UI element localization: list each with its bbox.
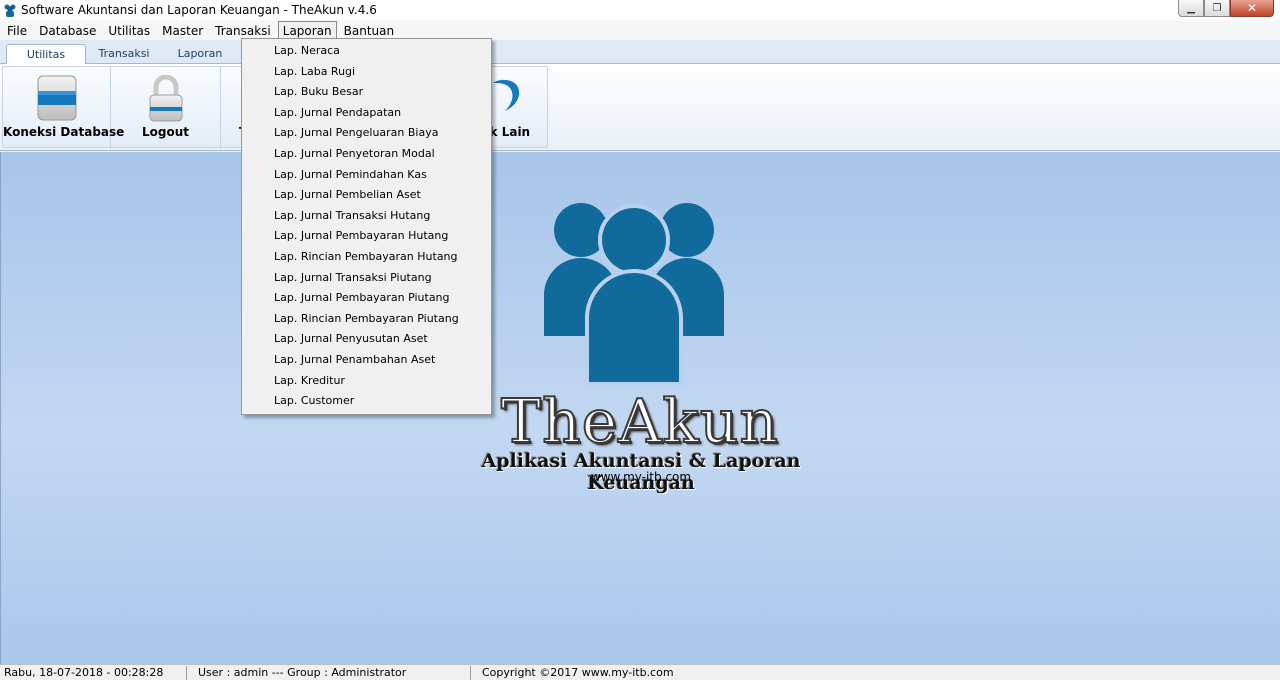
app-icon [3,3,17,17]
menu-item-lap-jurnal-pendapatan[interactable]: Lap. Jurnal Pendapatan [242,103,491,124]
database-icon [37,75,77,124]
menu-item-lap-jurnal-pemindahan-kas[interactable]: Lap. Jurnal Pemindahan Kas [242,165,491,186]
menu-item-lap-buku-besar[interactable]: Lap. Buku Besar [242,82,491,103]
ribbon-tab-strip: Utilitas Transaksi Laporan [0,40,1280,65]
close-button[interactable]: ✕ [1230,0,1274,17]
menu-item-lap-jurnal-pembayaran-piutang[interactable]: Lap. Jurnal Pembayaran Piutang [242,288,491,309]
menu-item-lap-jurnal-penyetoran-modal[interactable]: Lap. Jurnal Penyetoran Modal [242,144,491,165]
status-bar: Rabu, 18-07-2018 - 00:28:28 User : admin… [0,664,1280,680]
menu-item-lap-jurnal-penyusutan-aset[interactable]: Lap. Jurnal Penyusutan Aset [242,329,491,350]
status-copyright: Copyright ©2017 www.my-itb.com [482,666,674,679]
menu-item-lap-jurnal-pembayaran-hutang[interactable]: Lap. Jurnal Pembayaran Hutang [242,226,491,247]
main-workspace: TheAkun Aplikasi Akuntansi & Laporan Keu… [0,152,1280,664]
menu-item-lap-rincian-pembayaran-piutang[interactable]: Lap. Rincian Pembayaran Piutang [242,309,491,330]
status-datetime: Rabu, 18-07-2018 - 00:28:28 [4,666,164,679]
brand-name: TheAkun [500,386,780,458]
restore-icon: ❐ [1212,2,1222,14]
logout-label: Logout [141,125,189,139]
window-controls: ▁ ❐ ✕ [1178,0,1274,17]
menu-transaksi[interactable]: Transaksi [210,21,276,39]
menu-item-lap-kreditur[interactable]: Lap. Kreditur [242,371,491,392]
menu-bantuan[interactable]: Bantuan [339,21,399,39]
restore-button[interactable]: ❐ [1204,0,1230,17]
tab-utilitas[interactable]: Utilitas [6,44,86,65]
heart-icon [491,79,523,116]
koneksi-database-button[interactable]: Koneksi Database [3,67,125,149]
lock-icon [148,74,184,126]
tab-laporan[interactable]: Laporan [160,44,240,64]
menu-item-lap-jurnal-transaksi-hutang[interactable]: Lap. Jurnal Transaksi Hutang [242,206,491,227]
menu-database[interactable]: Database [34,21,101,39]
menu-item-lap-jurnal-pengeluaran-biaya[interactable]: Lap. Jurnal Pengeluaran Biaya [242,123,491,144]
minimize-button[interactable]: ▁ [1178,0,1204,17]
menu-file[interactable]: File [2,21,32,39]
menu-master[interactable]: Master [157,21,208,39]
ribbon: Koneksi Database Logout T uk Lain [0,64,1280,151]
status-user: User : admin --- Group : Administrator [198,666,407,679]
close-icon: ✕ [1246,1,1258,15]
laporan-dropdown-menu: Lap. Neraca Lap. Laba Rugi Lap. Buku Bes… [241,38,492,415]
menu-item-lap-laba-rugi[interactable]: Lap. Laba Rugi [242,62,491,83]
title-bar: Software Akuntansi dan Laporan Keuangan … [0,0,1280,20]
window-title: Software Akuntansi dan Laporan Keuangan … [21,3,377,17]
menu-laporan[interactable]: Laporan [277,21,337,39]
brand-website: www.my-itb.com [590,470,692,484]
menu-item-lap-neraca[interactable]: Lap. Neraca [242,41,491,62]
menu-item-lap-jurnal-transaksi-piutang[interactable]: Lap. Jurnal Transaksi Piutang [242,268,491,289]
status-divider [186,666,187,680]
menu-item-lap-rincian-pembayaran-hutang[interactable]: Lap. Rincian Pembayaran Hutang [242,247,491,268]
menu-bar: File Database Utilitas Master Transaksi … [0,20,1280,40]
status-divider [470,666,471,680]
users-group-icon [539,200,729,389]
tab-transaksi[interactable]: Transaksi [84,44,164,64]
menu-item-lap-jurnal-pembelian-aset[interactable]: Lap. Jurnal Pembelian Aset [242,185,491,206]
menu-utilitas[interactable]: Utilitas [103,21,155,39]
menu-item-lap-jurnal-penambahan-aset[interactable]: Lap. Jurnal Penambahan Aset [242,350,491,371]
menu-item-lap-customer[interactable]: Lap. Customer [242,391,491,412]
minimize-icon: ▁ [1187,2,1195,14]
logout-button[interactable]: Logout [111,67,221,149]
koneksi-database-label: Koneksi Database [3,125,125,139]
